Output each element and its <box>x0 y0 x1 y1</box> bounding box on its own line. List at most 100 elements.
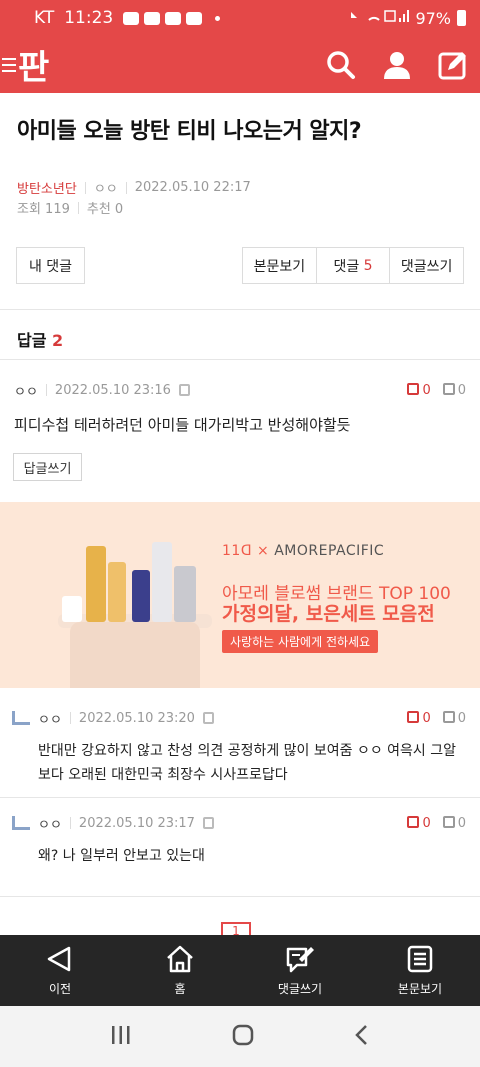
thumbs-up-icon <box>407 382 420 395</box>
replies-count: 2 <box>52 331 64 350</box>
notification-icons <box>123 11 221 25</box>
pann-logo[interactable]: 판 <box>0 36 49 93</box>
post-category[interactable]: 방탄소년단 <box>17 178 77 197</box>
ad-banner[interactable]: 11ᗡ × AMOREPACIFIC 아모레 블로썸 브랜드 TOP 100 가… <box>0 502 480 688</box>
divider <box>0 797 480 798</box>
post-views: 조회 119 <box>17 202 70 217</box>
comment-author: ㅇㅇ <box>14 384 38 400</box>
prev-label: 이전 <box>48 982 72 996</box>
prev-button[interactable]: 이전 <box>0 935 120 1006</box>
ad-brand: 11ᗡ × AMOREPACIFIC <box>222 543 385 559</box>
divider <box>0 896 480 897</box>
user-icon[interactable] <box>382 50 412 80</box>
system-indicators: 97% <box>349 8 466 28</box>
battery-icon <box>457 10 466 26</box>
reply-arrow-icon <box>12 711 30 725</box>
upvote-count: 0 <box>422 815 431 831</box>
comment-meta: ㅇㅇ 2022.05.10 23:20 0 0 <box>0 708 480 728</box>
pagination-current[interactable]: 1 <box>221 922 251 938</box>
signal-icon <box>349 8 410 28</box>
write-comment-button[interactable]: 댓글쓰기 <box>390 248 463 283</box>
comment-text: 왜? 나 일부러 안보고 있는대 <box>38 848 205 864</box>
post-title: 아미들 오늘 방탄 티비 나오는거 알지? <box>17 119 362 144</box>
downvote-count: 0 <box>457 382 466 398</box>
reply-arrow-icon <box>12 816 30 830</box>
post-meta: 방탄소년단 ㅇㅇ 2022.05.10 22:17 <box>17 178 251 197</box>
document-icon <box>407 945 433 973</box>
upvote-button[interactable]: 0 <box>407 710 431 726</box>
downvote-count: 0 <box>457 710 466 726</box>
more-dot-icon <box>215 15 221 21</box>
product-image <box>62 596 82 622</box>
thumbs-up-icon <box>407 710 420 723</box>
comments-button[interactable]: 댓글 5 <box>317 248 391 283</box>
replies-label: 답글 <box>17 331 47 350</box>
comments-count: 5 <box>363 257 373 274</box>
comments-label: 댓글 <box>333 258 360 275</box>
comment-datetime: 2022.05.10 23:16 <box>54 382 171 398</box>
ad-subheadline: 가정의달, 보은세트 모음전 <box>222 603 435 625</box>
bottom-nav: 이전 홈 댓글쓰기 본문보기 <box>0 935 480 1006</box>
status-bar: KT 11:23 97% <box>0 0 480 36</box>
comment-datetime: 2022.05.10 23:20 <box>78 710 195 726</box>
carrier: KT <box>34 8 55 28</box>
ad-cta[interactable]: 사랑하는 사람에게 전하세요 <box>222 630 379 653</box>
back-triangle-icon <box>47 946 71 972</box>
product-image <box>152 542 172 622</box>
write-comment-label: 댓글쓰기 <box>277 982 323 996</box>
downvote-button[interactable]: 0 <box>442 382 466 398</box>
downvote-count: 0 <box>457 815 466 831</box>
post-author: ㅇㅇ <box>93 182 118 197</box>
divider <box>0 359 480 360</box>
comment-author: ㅇㅇ <box>38 817 62 833</box>
view-post-button[interactable]: 본문보기 <box>243 248 317 283</box>
thumbs-down-icon <box>442 382 455 395</box>
write-comment-nav-button[interactable]: 댓글쓰기 <box>240 935 360 1006</box>
comment-text-line: 보다 오래된 대한민국 최장수 시사프로답다 <box>38 767 288 783</box>
meta-separator <box>84 181 86 194</box>
youtube-icon <box>186 11 203 25</box>
recent-apps-icon[interactable] <box>110 1025 132 1049</box>
meta-separator <box>125 181 127 194</box>
comment-datetime: 2022.05.10 23:17 <box>78 815 195 831</box>
home-button[interactable]: 홈 <box>120 935 240 1006</box>
upvote-count: 0 <box>422 382 431 398</box>
back-chevron-icon[interactable] <box>354 1024 370 1050</box>
comment-text: 반대만 강요하지 않고 찬성 의견 공정하게 많이 보여줌 ㅇㅇ 여윽시 그알 … <box>38 739 456 787</box>
product-image <box>132 570 150 622</box>
write-icon[interactable] <box>438 50 468 80</box>
youtube-icon <box>165 11 182 25</box>
thumbs-down-icon <box>442 815 455 828</box>
meta-separator <box>69 712 71 724</box>
comment-text-line: 반대만 강요하지 않고 찬성 의견 공정하게 많이 보여줌 ㅇㅇ 여윽시 그알 <box>38 743 457 759</box>
meta-separator <box>45 384 47 396</box>
thumbs-up-icon <box>407 815 420 828</box>
product-image <box>86 546 106 622</box>
downvote-button[interactable]: 0 <box>442 710 466 726</box>
post-datetime: 2022.05.10 22:17 <box>134 180 251 195</box>
menu-icon[interactable] <box>2 57 16 72</box>
chat-icon <box>123 11 140 25</box>
home-label: 홈 <box>174 982 186 996</box>
reply-button[interactable]: 답글쓰기 <box>13 453 82 481</box>
meta-separator <box>77 201 79 214</box>
upvote-count: 0 <box>422 710 431 726</box>
lock-icon <box>202 712 214 724</box>
home-circle-icon[interactable] <box>232 1024 254 1050</box>
upvote-button[interactable]: 0 <box>407 382 431 398</box>
downvote-button[interactable]: 0 <box>442 815 466 831</box>
search-icon[interactable] <box>326 50 356 80</box>
lock-icon <box>178 384 190 396</box>
logo-text: 판 <box>18 48 49 88</box>
comment-author: ㅇㅇ <box>38 712 62 728</box>
product-image <box>174 566 196 622</box>
upvote-button[interactable]: 0 <box>407 815 431 831</box>
comment-meta: ㅇㅇ 2022.05.10 23:17 0 0 <box>0 813 480 833</box>
ad-brand-right: AMOREPACIFIC <box>274 543 385 559</box>
comment-text: 피디수첩 테러하려던 아미들 대가리박고 반성해야할듯 <box>14 416 351 434</box>
my-comments-button[interactable]: 내 댓글 <box>16 247 85 284</box>
pedestal <box>70 622 200 688</box>
app-header: 판 <box>0 36 480 93</box>
view-post-nav-button[interactable]: 본문보기 <box>360 935 480 1006</box>
divider <box>0 309 480 310</box>
